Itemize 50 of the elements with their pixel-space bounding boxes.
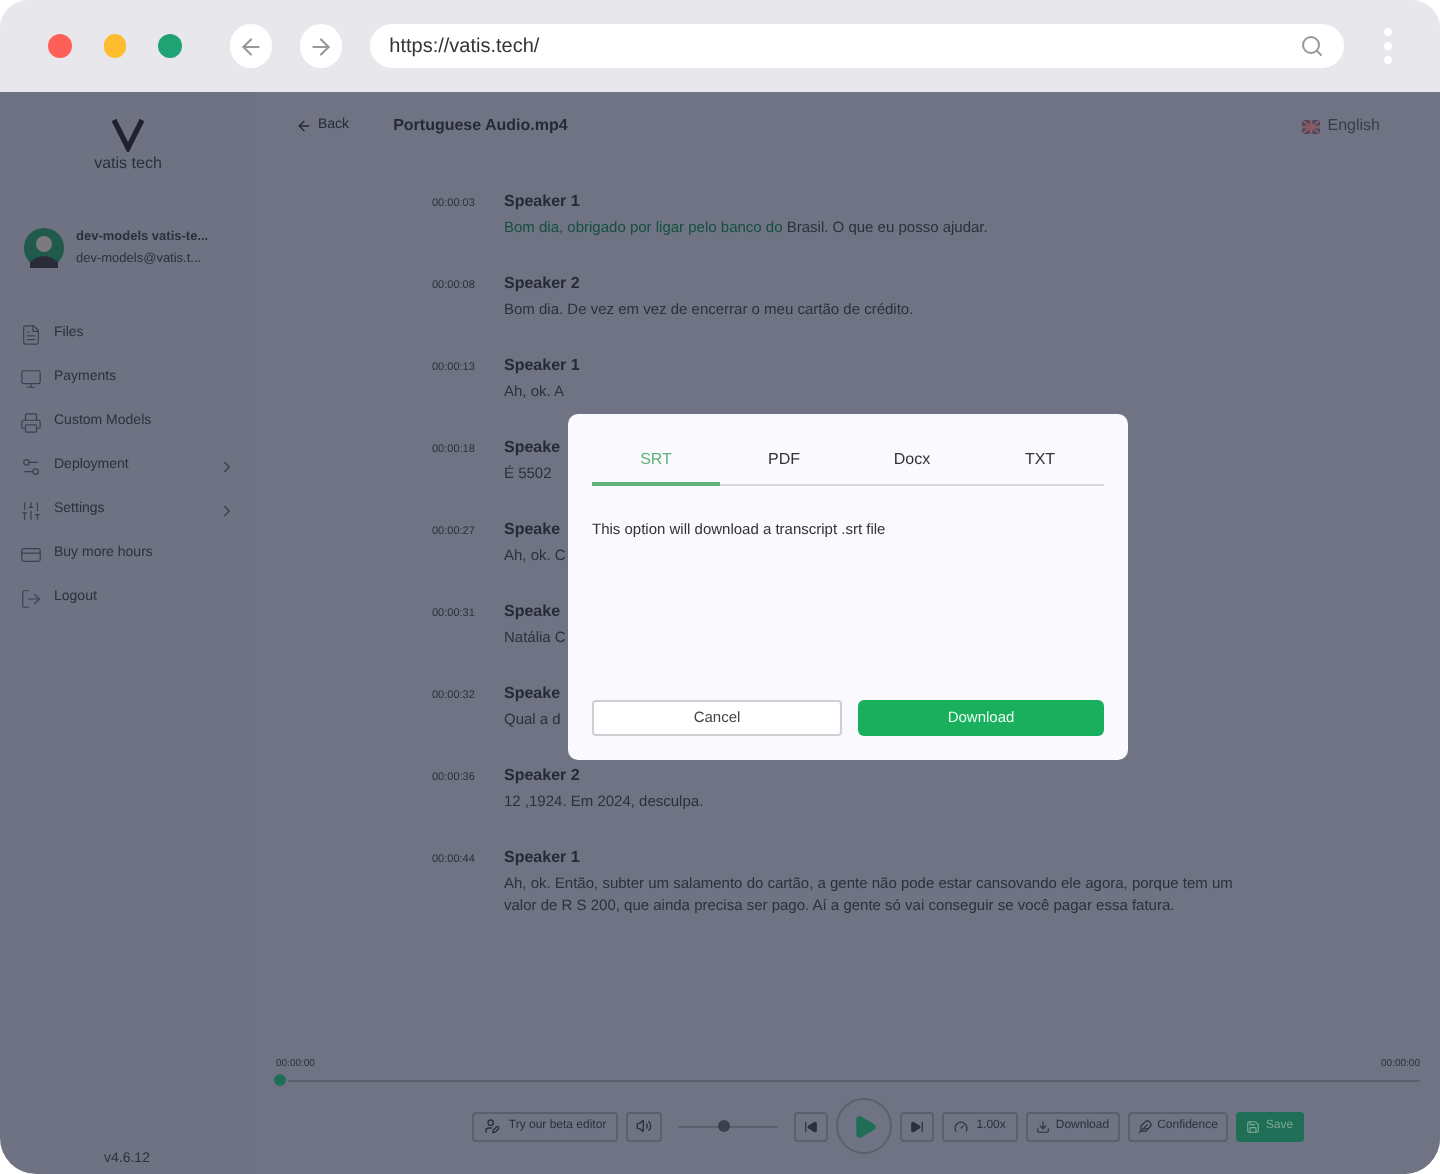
format-tab[interactable]: PDF [720, 438, 848, 486]
chevron-icon [218, 501, 236, 519]
speaker-label: Speake [504, 436, 561, 460]
nav-icon [20, 455, 42, 477]
nav-icon [20, 411, 42, 433]
flag-icon [1301, 119, 1320, 133]
speaker-label: Speaker 1 [504, 846, 580, 870]
gauge-icon [954, 1119, 969, 1133]
speaker-label: Speaker 2 [504, 272, 580, 296]
speaker-label: Speake [504, 518, 561, 542]
download-icon [1035, 1119, 1050, 1133]
nav-icon [20, 323, 42, 345]
volume-button[interactable] [626, 1111, 663, 1141]
skip-back-button[interactable] [794, 1111, 829, 1141]
arrow-left-icon [237, 33, 264, 59]
user-edit-icon [484, 1118, 501, 1134]
nav-icon [20, 499, 42, 521]
save-icon [1245, 1119, 1260, 1133]
feather-icon [1137, 1119, 1152, 1133]
forward-button[interactable] [299, 24, 342, 68]
speaker-label: Speake [504, 682, 561, 706]
format-tab[interactable]: SRT [592, 438, 720, 486]
logo-icon [110, 116, 146, 152]
language-selector[interactable]: English [1301, 114, 1380, 138]
play-icon [851, 1113, 878, 1139]
progress-handle[interactable] [274, 1074, 286, 1086]
speaker-icon [636, 1118, 653, 1134]
chevron-icon [218, 457, 236, 475]
address-bar[interactable]: https://vatis.tech/ [369, 24, 1345, 68]
nav-icon [20, 543, 42, 565]
nav-icon [20, 367, 42, 389]
format-tab[interactable]: TXT [976, 438, 1104, 486]
play-button[interactable] [836, 1098, 893, 1154]
arrow-left-icon [296, 118, 312, 134]
skip-back-icon [804, 1119, 819, 1133]
format-tab[interactable]: Docx [848, 438, 976, 486]
nav-icon [20, 587, 42, 609]
logo-text: vatis tech [94, 152, 162, 176]
speaker-label: Speake [504, 600, 561, 624]
skip-forward-button[interactable] [900, 1111, 935, 1141]
volume-slider[interactable] [678, 1120, 779, 1132]
speaker-label: Speaker 1 [504, 354, 580, 378]
speaker-label: Speaker 2 [504, 764, 580, 788]
back-button[interactable] [229, 24, 272, 68]
file-title: Portuguese Audio.mp4 [393, 114, 568, 138]
speaker-label: Speaker 1 [504, 190, 580, 214]
search-icon[interactable] [1300, 34, 1325, 58]
arrow-right-icon [307, 33, 334, 59]
avatar-icon [24, 228, 64, 268]
skip-forward-icon [910, 1119, 925, 1133]
